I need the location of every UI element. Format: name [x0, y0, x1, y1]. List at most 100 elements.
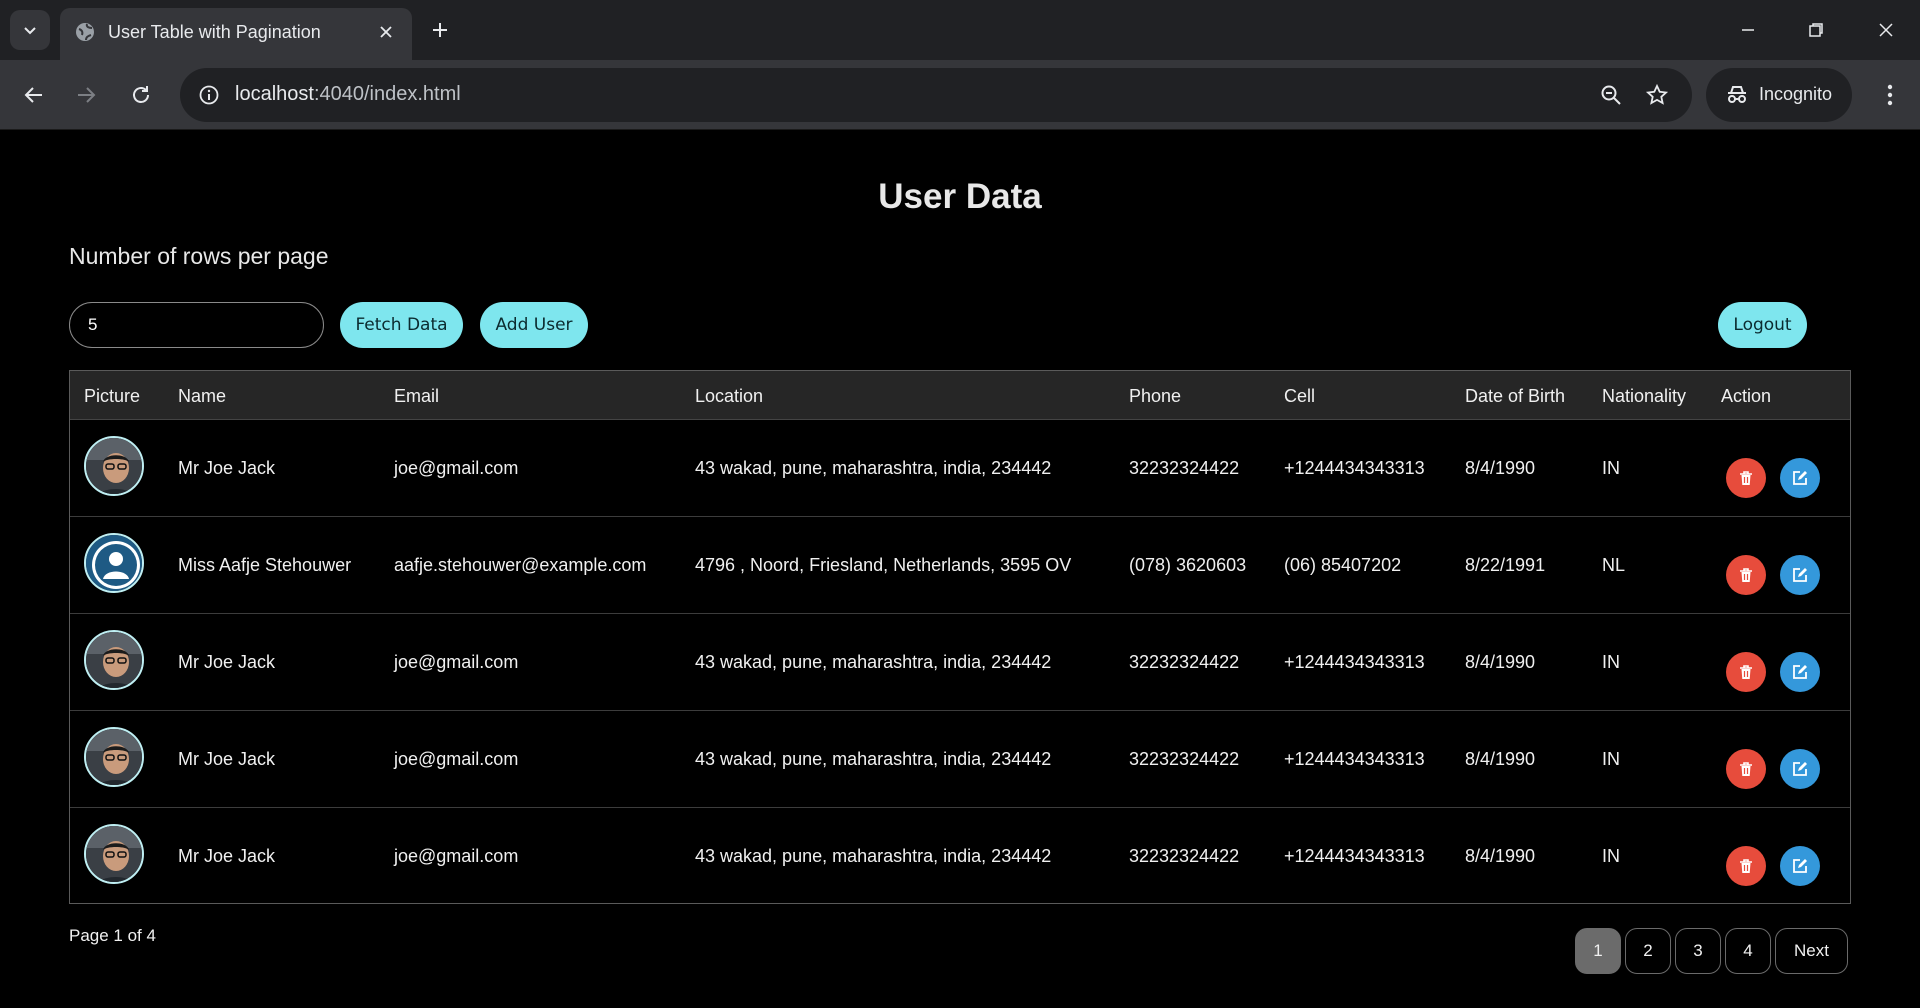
- cell-name: Mr Joe Jack: [178, 458, 276, 478]
- default-user-avatar: [84, 533, 144, 593]
- cell-dob: 8/4/1990: [1465, 652, 1536, 672]
- browser-toolbar: localhost:4040/index.html Incognito: [0, 60, 1920, 130]
- table-row: Miss Aafje Stehouwer aafje.stehouwer@exam…: [70, 517, 1850, 614]
- cell-cell: +1244434343313: [1284, 846, 1425, 866]
- close-tab-icon[interactable]: [372, 18, 400, 46]
- cell-cell: +1244434343313: [1284, 458, 1425, 478]
- delete-button[interactable]: [1726, 458, 1766, 498]
- url-path: :4040/index.html: [313, 83, 461, 105]
- col-dob: Date of Birth: [1465, 386, 1566, 406]
- cell-name: Mr Joe Jack: [178, 846, 276, 866]
- next-page-button[interactable]: Next: [1775, 928, 1848, 974]
- edit-icon: [1793, 665, 1807, 679]
- incognito-label: Incognito: [1759, 84, 1833, 104]
- minimize-icon[interactable]: [1718, 6, 1778, 54]
- tab-search-button[interactable]: [10, 10, 50, 50]
- trash-icon: [1740, 859, 1752, 873]
- trash-icon: [1740, 762, 1752, 776]
- cell-nat: IN: [1602, 846, 1620, 866]
- cell-location: 43 wakad, pune, maharashtra, india, 2344…: [695, 652, 1052, 672]
- trash-icon: [1740, 568, 1752, 582]
- avatar: [84, 436, 144, 496]
- rows-per-page-input[interactable]: [69, 302, 324, 348]
- zoom-out-icon[interactable]: [1596, 80, 1626, 110]
- col-nationality: Nationality: [1602, 386, 1687, 406]
- cell-email: joe@gmail.com: [394, 846, 519, 866]
- cell-cell: (06) 85407202: [1284, 555, 1402, 575]
- back-arrow-icon[interactable]: [14, 75, 54, 115]
- edit-button[interactable]: [1780, 749, 1820, 789]
- page-3-button[interactable]: 3: [1675, 928, 1721, 974]
- kebab-menu-icon[interactable]: [1870, 75, 1910, 115]
- cell-dob: 8/22/1991: [1465, 555, 1546, 575]
- forward-arrow-icon[interactable]: [66, 75, 106, 115]
- cell-phone: 32232324422: [1129, 846, 1240, 866]
- delete-button[interactable]: [1726, 652, 1766, 692]
- edit-button[interactable]: [1780, 458, 1820, 498]
- edit-icon: [1793, 471, 1807, 485]
- cell-location: 43 wakad, pune, maharashtra, india, 2344…: [695, 846, 1052, 866]
- address-bar[interactable]: localhost:4040/index.html: [180, 68, 1692, 122]
- restore-icon[interactable]: [1786, 6, 1846, 54]
- close-window-icon[interactable]: [1856, 6, 1916, 54]
- delete-button[interactable]: [1726, 555, 1766, 595]
- fetch-data-button[interactable]: Fetch Data: [340, 302, 463, 348]
- trash-icon: [1740, 471, 1752, 485]
- table-body: Mr Joe Jack joe@gmail.com 43 wakad, pune, …: [70, 420, 1850, 903]
- cell-location: 43 wakad, pune, maharashtra, india, 2344…: [695, 749, 1052, 769]
- trash-icon: [1740, 665, 1752, 679]
- edit-button[interactable]: [1780, 652, 1820, 692]
- cell-name: Miss Aafje Stehouwer: [178, 555, 352, 575]
- cell-phone: 32232324422: [1129, 652, 1240, 672]
- page-info: Page 1 of 4: [69, 926, 156, 945]
- table-row: Mr Joe Jack joe@gmail.com 43 wakad, pune, …: [70, 808, 1850, 903]
- page-content: User Data Number of rows per page Fetch …: [0, 131, 1920, 1008]
- cell-name: Mr Joe Jack: [178, 652, 276, 672]
- cell-email: joe@gmail.com: [394, 749, 519, 769]
- cell-nat: IN: [1602, 652, 1620, 672]
- reload-icon[interactable]: [121, 75, 161, 115]
- delete-button[interactable]: [1726, 846, 1766, 886]
- cell-phone: (078) 3620603: [1129, 555, 1247, 575]
- logout-button[interactable]: Logout: [1718, 302, 1807, 348]
- user-table: Picture Name Email Location Phone Cell D…: [69, 370, 1851, 904]
- edit-icon: [1793, 568, 1807, 582]
- cell-nat: NL: [1602, 555, 1626, 575]
- cell-location: 43 wakad, pune, maharashtra, india, 2344…: [695, 458, 1052, 478]
- table-header: Picture Name Email Location Phone Cell D…: [70, 371, 1850, 420]
- cell-phone: 32232324422: [1129, 458, 1240, 478]
- cell-location: 4796 , Noord, Friesland, Netherlands, 35…: [695, 555, 1072, 575]
- page-1-button[interactable]: 1: [1575, 928, 1621, 974]
- site-info-icon[interactable]: [194, 80, 224, 110]
- incognito-icon: [1728, 86, 1746, 103]
- cell-phone: 32232324422: [1129, 749, 1240, 769]
- avatar: [84, 727, 144, 787]
- page-4-button[interactable]: 4: [1725, 928, 1771, 974]
- col-picture: Picture: [84, 386, 141, 406]
- table-row: Mr Joe Jack joe@gmail.com 43 wakad, pune, …: [70, 614, 1850, 711]
- edit-button[interactable]: [1780, 555, 1820, 595]
- col-cell: Cell: [1284, 386, 1316, 406]
- cell-email: joe@gmail.com: [394, 458, 519, 478]
- browser-tab[interactable]: User Table with Pagination: [60, 8, 412, 60]
- col-email: Email: [394, 386, 440, 406]
- edit-button[interactable]: [1780, 846, 1820, 886]
- cell-nat: IN: [1602, 458, 1620, 478]
- incognito-badge[interactable]: Incognito: [1706, 68, 1852, 122]
- table-row: Mr Joe Jack joe@gmail.com 43 wakad, pune, …: [70, 711, 1850, 808]
- add-user-button[interactable]: Add User: [480, 302, 588, 348]
- delete-button[interactable]: [1726, 749, 1766, 789]
- cell-cell: +1244434343313: [1284, 652, 1425, 672]
- table-row: Mr Joe Jack joe@gmail.com 43 wakad, pune, …: [70, 420, 1850, 517]
- cell-nat: IN: [1602, 749, 1620, 769]
- new-tab-icon[interactable]: [422, 12, 458, 48]
- cell-cell: +1244434343313: [1284, 749, 1425, 769]
- cell-dob: 8/4/1990: [1465, 846, 1536, 866]
- page-2-button[interactable]: 2: [1625, 928, 1671, 974]
- cell-name: Mr Joe Jack: [178, 749, 276, 769]
- url-host: localhost: [235, 83, 314, 105]
- cell-email: joe@gmail.com: [394, 652, 519, 672]
- edit-icon: [1793, 859, 1807, 873]
- bookmark-star-icon[interactable]: [1642, 80, 1672, 110]
- col-action: Action: [1721, 386, 1772, 406]
